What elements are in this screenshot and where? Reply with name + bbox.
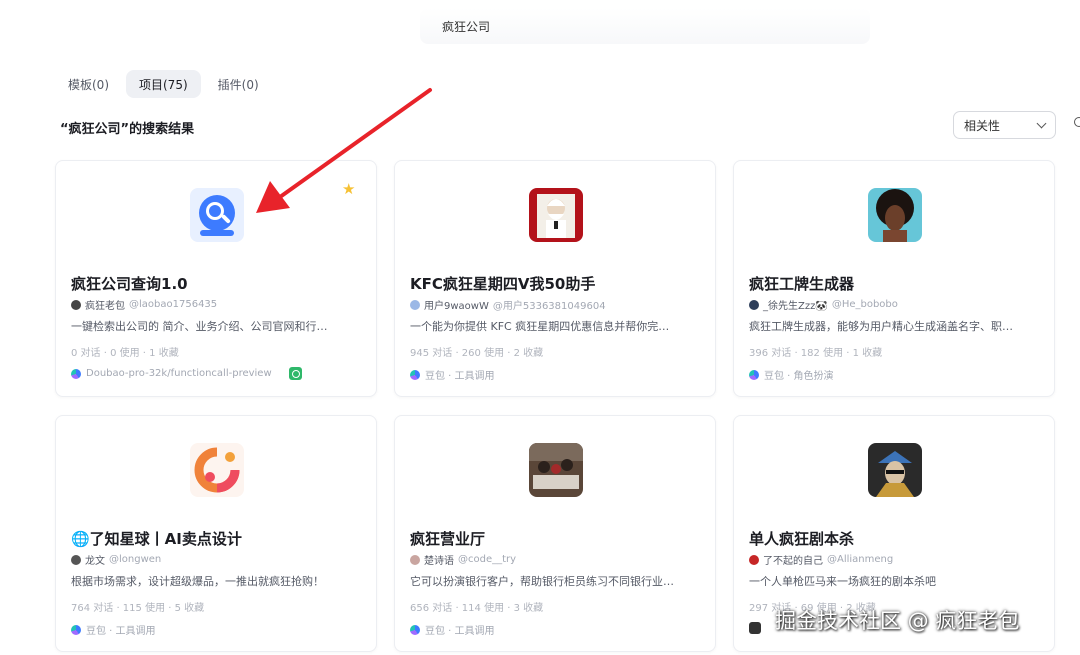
- model-name: 豆包 · 工具调用: [425, 626, 495, 637]
- model-logo-icon: [410, 369, 420, 380]
- sort-selected-value: 相关性: [964, 118, 1001, 133]
- result-heading: “疯狂公司”的搜索结果: [60, 122, 195, 137]
- author-handle: @longwen: [109, 554, 162, 565]
- bot-avatar: [529, 188, 583, 242]
- avatar: [410, 554, 420, 565]
- model-logo-icon: [749, 369, 759, 380]
- bot-title: KFC疯狂星期四V我50助手: [410, 275, 596, 293]
- author-handle: @Allianmeng: [827, 554, 894, 565]
- bot-description: 疯狂工牌生成器，能够为用户精心生成涵盖名字、职…: [749, 320, 1013, 333]
- search-icon[interactable]: [1074, 117, 1080, 127]
- bot-author[interactable]: 楚诗语 @code__try: [410, 552, 516, 567]
- bot-avatar: [190, 188, 244, 242]
- avatar: [749, 554, 759, 565]
- bot-model: 豆包 · 角色扮演: [749, 367, 834, 382]
- bot-title: 🌐了知星球丨AI卖点设计: [71, 530, 242, 548]
- bot-stats: 0 对话 · 0 使用 · 1 收藏: [71, 348, 179, 359]
- bot-title: 疯狂营业厅: [410, 530, 486, 548]
- model-logo-icon: [71, 368, 81, 379]
- sort-select[interactable]: 相关性: [953, 111, 1056, 139]
- bot-avatar: [868, 188, 922, 242]
- author-handle: @laobao1756435: [129, 299, 218, 310]
- author-name: 了不起的自己: [763, 556, 823, 567]
- author-name: 楚诗语: [424, 556, 454, 567]
- bot-author[interactable]: 用户9waowW @用户5336381049604: [410, 297, 606, 312]
- page: 疯狂公司 模板(0) 项目(75) 插件(0) “疯狂公司”的搜索结果 相关性 …: [0, 0, 1080, 655]
- tab-plugins[interactable]: 插件(0): [205, 70, 272, 98]
- model-logo-icon: [71, 624, 81, 635]
- author-name: 用户9waowW: [424, 301, 489, 312]
- avatar: [410, 299, 420, 310]
- author-name: _徐先生Zzz🐼: [763, 301, 828, 312]
- bot-card[interactable]: 🌐了知星球丨AI卖点设计 龙文 @longwen 根据市场需求，设计超级爆品，一…: [55, 415, 377, 652]
- author-name: 龙文: [85, 556, 105, 567]
- model-name: Doubao-pro-32k/functioncall-preview: [86, 368, 272, 379]
- chevron-down-icon: [1036, 118, 1047, 128]
- author-handle: @用户5336381049604: [492, 301, 606, 312]
- bot-card[interactable]: 疯狂营业厅 楚诗语 @code__try 它可以扮演银行客户，帮助银行柜员练习不…: [394, 415, 716, 652]
- search-input[interactable]: 疯狂公司: [420, 8, 870, 44]
- bot-author[interactable]: _徐先生Zzz🐼 @He_bobobo: [749, 297, 898, 312]
- share-icon: [288, 367, 302, 380]
- star-icon[interactable]: ★: [342, 180, 355, 198]
- bot-title: 单人疯狂剧本杀: [749, 530, 855, 548]
- author-name: 疯狂老包: [85, 301, 125, 312]
- tab-projects[interactable]: 项目(75): [126, 70, 201, 98]
- bot-model: Doubao-pro-32k/functioncall-preview: [71, 367, 302, 380]
- model-logo-icon: [749, 622, 761, 634]
- bot-avatar: [190, 443, 244, 497]
- search-query: 疯狂公司: [442, 20, 491, 34]
- bot-stats: 945 对话 · 260 使用 · 2 收藏: [410, 348, 544, 359]
- bot-author[interactable]: 龙文 @longwen: [71, 552, 161, 567]
- avatar: [749, 299, 759, 310]
- model-name: 豆包 · 工具调用: [86, 626, 156, 637]
- model-name: 豆包 · 工具调用: [425, 371, 495, 382]
- bot-description: 一键检索出公司的 简介、业务介绍、公司官网和行…: [71, 320, 328, 333]
- bot-author[interactable]: 了不起的自己 @Allianmeng: [749, 552, 893, 567]
- result-tabs: 模板(0) 项目(75) 插件(0): [55, 70, 272, 98]
- author-handle: @code__try: [458, 554, 517, 565]
- bot-model: 豆包 · 工具调用: [410, 622, 495, 637]
- bot-description: 一个能为你提供 KFC 疯狂星期四优惠信息并帮你完…: [410, 320, 670, 333]
- bot-avatar: [868, 443, 922, 497]
- bot-card[interactable]: ★ 疯狂公司查询1.0 疯狂老包 @laobao1756435 一键检索出公司的…: [55, 160, 377, 397]
- watermark: 掘金技术社区 @ 疯狂老包: [775, 609, 1020, 633]
- tab-templates[interactable]: 模板(0): [55, 70, 122, 98]
- bot-author[interactable]: 疯狂老包 @laobao1756435: [71, 297, 217, 312]
- bot-stats: 656 对话 · 114 使用 · 3 收藏: [410, 603, 544, 614]
- bot-title: 疯狂工牌生成器: [749, 275, 855, 293]
- bot-card[interactable]: 疯狂工牌生成器 _徐先生Zzz🐼 @He_bobobo 疯狂工牌生成器，能够为用…: [733, 160, 1055, 397]
- author-handle: @He_bobobo: [831, 299, 898, 310]
- model-name: 豆包 · 角色扮演: [764, 371, 834, 382]
- avatar: [71, 554, 81, 565]
- bot-model: 豆包 · 工具调用: [410, 367, 495, 382]
- model-logo-icon: [410, 624, 420, 635]
- bot-stats: 396 对话 · 182 使用 · 1 收藏: [749, 348, 883, 359]
- bot-description: 它可以扮演银行客户，帮助银行柜员练习不同银行业…: [410, 575, 674, 588]
- bot-title: 疯狂公司查询1.0: [71, 275, 188, 293]
- bot-card[interactable]: KFC疯狂星期四V我50助手 用户9waowW @用户5336381049604…: [394, 160, 716, 397]
- bot-model: 豆包 · 工具调用: [71, 622, 156, 637]
- bot-description: 根据市场需求，设计超级爆品，一推出就疯狂抢购！: [71, 575, 324, 588]
- bot-avatar: [529, 443, 583, 497]
- bot-description: 一个人单枪匹马来一场疯狂的剧本杀吧: [749, 575, 936, 588]
- bot-stats: 764 对话 · 115 使用 · 5 收藏: [71, 603, 205, 614]
- avatar: [71, 299, 81, 310]
- bot-model: [749, 622, 766, 634]
